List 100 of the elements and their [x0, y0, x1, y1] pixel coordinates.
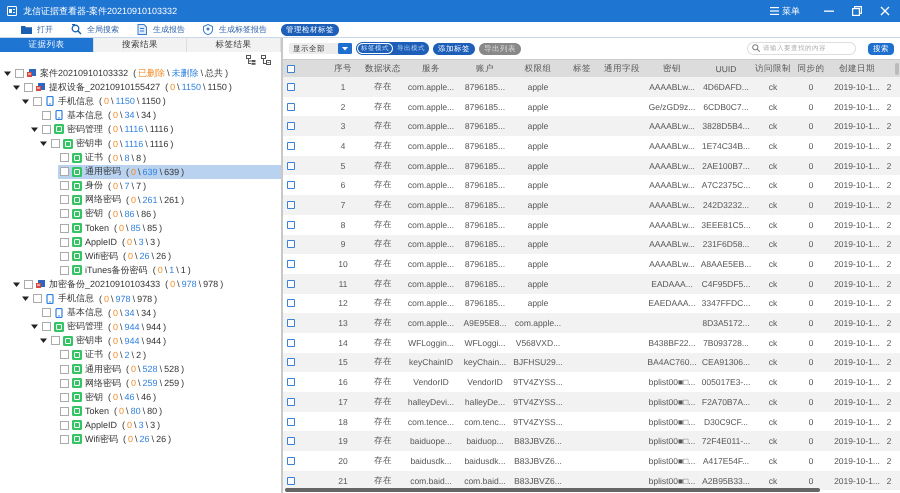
tree-item[interactable]: 密钥串 ( 0 \ 944 \ 944 ) [49, 334, 172, 348]
checkbox[interactable] [287, 102, 295, 111]
checkbox[interactable] [287, 240, 295, 248]
tree-item[interactable]: 密码管理 ( 0 \ 1116 \ 1116 ) [40, 122, 178, 136]
tree-item[interactable]: 通用密码 ( 0 \ 528 \ 528 ) [58, 362, 190, 376]
close-icon[interactable] [880, 6, 890, 16]
checkbox[interactable] [15, 68, 24, 78]
tree-item[interactable]: 手机信息 ( 0 \ 978 \ 978 ) [31, 292, 162, 306]
checkbox[interactable] [287, 64, 295, 72]
tree-item[interactable]: Wifi密码 ( 0 \ 26 \ 26 ) [58, 249, 176, 264]
collapse-arrow-icon[interactable] [4, 70, 11, 77]
collapse-arrow-icon[interactable] [13, 280, 20, 288]
checkbox[interactable] [287, 122, 295, 130]
tree-item[interactable]: 密码管理 ( 0 \ 944 \ 944 ) [40, 320, 172, 334]
checkbox[interactable] [287, 220, 295, 229]
tree-item[interactable]: AppleID ( 0 \ 3 \ 3 ) [58, 235, 166, 250]
tree-item[interactable]: 密钥串 ( 0 \ 1116 \ 1116 ) [49, 136, 178, 151]
checkbox[interactable] [60, 181, 69, 190]
column-header[interactable]: UUID [699, 60, 753, 77]
checkbox[interactable] [287, 200, 295, 209]
tree-item[interactable]: Token ( 0 \ 85 \ 85 ) [58, 221, 168, 236]
checkbox[interactable] [287, 260, 295, 268]
collapse-arrow-icon[interactable] [13, 84, 20, 91]
tree-item[interactable]: Wifi密码 ( 0 \ 26 \ 26 ) [58, 432, 176, 446]
menu-button[interactable]: 菜单 [770, 4, 800, 18]
tree-item[interactable]: 手机信息 ( 0 \ 1150 \ 1150 ) [31, 94, 171, 108]
tree-item[interactable]: 网络密码 ( 0 \ 261 \ 261 ) [58, 192, 190, 207]
column-header[interactable]: 密钥 [645, 60, 699, 77]
column-header[interactable]: 数据状态 [363, 60, 403, 77]
checkbox[interactable] [287, 162, 295, 170]
checkbox[interactable] [60, 392, 69, 402]
checkbox[interactable] [60, 406, 69, 416]
checkbox[interactable] [287, 378, 295, 386]
column-header[interactable]: 序号 [323, 60, 363, 77]
collapse-all-icon[interactable] [261, 55, 271, 65]
tree-item[interactable]: 提权设备_20210910155427 ( 0 \ 1150 \ 1150 ) [22, 80, 237, 94]
tree-item[interactable]: AppleID ( 0 \ 3 \ 3 ) [58, 418, 166, 432]
checkbox[interactable] [287, 476, 295, 485]
checkbox[interactable] [60, 266, 69, 275]
collapse-arrow-icon[interactable] [22, 295, 29, 302]
column-header[interactable]: 账户 [459, 60, 511, 77]
toolbar-button[interactable]: 全局搜索 [71, 24, 119, 35]
checkbox[interactable] [287, 437, 295, 446]
checkbox[interactable] [51, 336, 60, 346]
panel-tab[interactable]: 搜索结果 [94, 38, 188, 52]
column-header[interactable]: 创建日期 [829, 60, 885, 77]
checkbox[interactable] [287, 398, 295, 406]
column-header[interactable]: 同步的 [793, 60, 829, 77]
checkbox[interactable] [60, 224, 69, 233]
collapse-arrow-icon[interactable] [22, 98, 29, 105]
toolbar-button[interactable]: 打开 [21, 24, 53, 35]
tree-item[interactable]: Token ( 0 \ 80 \ 80 ) [58, 404, 168, 418]
checkbox[interactable] [60, 350, 69, 360]
restore-icon[interactable] [852, 6, 862, 16]
checkbox[interactable] [287, 418, 295, 426]
panel-tab[interactable]: 证据列表 [0, 38, 94, 52]
tree-item[interactable]: 证书 ( 0 \ 8 \ 8 ) [58, 150, 152, 165]
tree-item[interactable]: 案件20210910103332 ( 已删除 \ 未删除 \ 总共 ) [13, 66, 234, 80]
checkbox[interactable] [287, 358, 295, 366]
expand-all-icon[interactable] [246, 55, 256, 65]
checkbox[interactable] [287, 280, 295, 288]
checkbox[interactable] [287, 338, 295, 347]
panel-tab[interactable]: 标签结果 [187, 38, 282, 52]
tree-item[interactable]: 证书 ( 0 \ 2 \ 2 ) [58, 348, 152, 362]
collapse-arrow-icon[interactable] [40, 337, 47, 344]
checkbox[interactable] [42, 124, 51, 134]
tree-item[interactable]: iTunes备份密码 ( 0 \ 1 \ 1 ) [58, 263, 196, 278]
checkbox[interactable] [60, 209, 69, 218]
scrollbar-thumb[interactable] [895, 63, 899, 75]
checkbox[interactable] [42, 322, 51, 332]
checkbox[interactable] [51, 139, 60, 148]
checkbox[interactable] [287, 456, 295, 465]
column-header[interactable]: 访问限制 [753, 60, 793, 77]
checkbox[interactable] [60, 195, 69, 204]
checkbox[interactable] [24, 82, 33, 92]
toolbar-button[interactable]: 生成标签报告 [203, 24, 267, 35]
tree-item[interactable]: 网络密码 ( 0 \ 259 \ 259 ) [58, 376, 190, 390]
checkbox[interactable] [287, 82, 295, 91]
column-header[interactable]: 通用字段 [599, 60, 645, 77]
checkbox[interactable] [60, 238, 69, 247]
column-header[interactable]: 权限组 [511, 60, 565, 77]
checkbox[interactable] [287, 181, 295, 190]
tree-item[interactable]: 身份 ( 0 \ 7 \ 7 ) [58, 178, 152, 193]
checkbox[interactable] [60, 364, 69, 374]
column-header[interactable]: 服务 [403, 60, 459, 77]
tree-item[interactable]: 密钥 ( 0 \ 46 \ 46 ) [58, 390, 162, 404]
toolbar-button[interactable]: 生成报告 [137, 24, 185, 35]
tree-item[interactable]: 基本信息 ( 0 \ 34 \ 34 ) [40, 306, 162, 320]
checkbox[interactable] [42, 308, 51, 318]
collapse-arrow-icon[interactable] [31, 323, 38, 330]
column-header[interactable]: 标签 [565, 60, 599, 77]
checkbox[interactable] [287, 299, 295, 308]
checkbox[interactable] [60, 434, 69, 444]
tree-item[interactable]: 密钥 ( 0 \ 86 \ 86 ) [58, 206, 162, 221]
tree-item[interactable]: 加密备份_20210910103433 ( 0 \ 978 \ 978 ) [22, 277, 228, 292]
checkbox[interactable] [24, 280, 33, 289]
scrollbar-thumb[interactable] [285, 488, 820, 492]
checkbox[interactable] [60, 153, 69, 162]
tree-item[interactable]: 基本信息 ( 0 \ 34 \ 34 ) [40, 108, 162, 122]
collapse-arrow-icon[interactable] [31, 126, 38, 133]
